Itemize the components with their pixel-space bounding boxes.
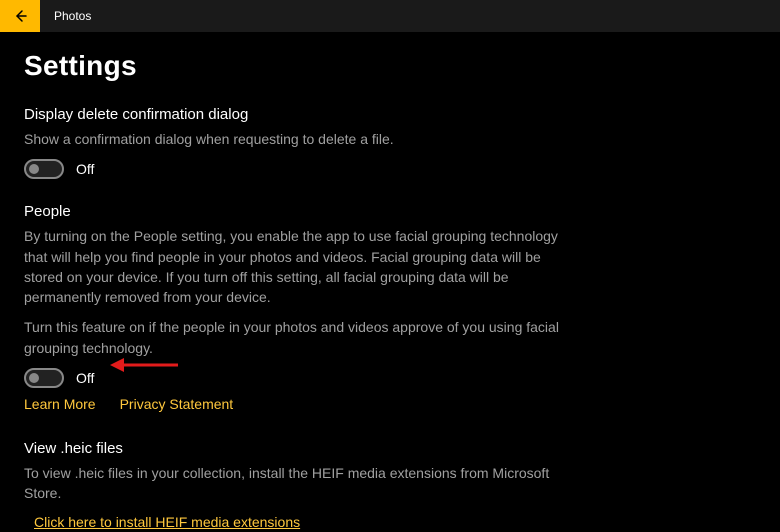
heic-desc: To view .heic files in your collection, … — [24, 463, 574, 504]
people-toggle-label: Off — [76, 370, 94, 386]
privacy-statement-link[interactable]: Privacy Statement — [120, 396, 234, 412]
toggle-knob-icon — [29, 373, 39, 383]
delete-confirm-title: Display delete confirmation dialog — [24, 106, 756, 123]
heic-title: View .heic files — [24, 440, 756, 457]
delete-confirm-desc: Show a confirmation dialog when requesti… — [24, 129, 574, 149]
back-arrow-icon — [12, 8, 28, 24]
back-button[interactable] — [0, 0, 40, 32]
titlebar: Photos — [0, 0, 780, 32]
app-title: Photos — [54, 9, 91, 23]
people-title: People — [24, 203, 756, 220]
people-desc2: Turn this feature on if the people in yo… — [24, 317, 574, 358]
people-desc1: By turning on the People setting, you en… — [24, 226, 574, 307]
delete-confirm-toggle-label: Off — [76, 161, 94, 177]
heic-install-link[interactable]: Click here to install HEIF media extensi… — [34, 514, 300, 530]
toggle-knob-icon — [29, 164, 39, 174]
section-delete-confirm: Display delete confirmation dialog Show … — [24, 106, 756, 179]
section-heic: View .heic files To view .heic files in … — [24, 440, 756, 532]
section-people: People By turning on the People setting,… — [24, 203, 756, 412]
learn-more-link[interactable]: Learn More — [24, 396, 96, 412]
page-title: Settings — [24, 50, 756, 82]
delete-confirm-toggle[interactable] — [24, 159, 64, 179]
content-area: Settings Display delete confirmation dia… — [0, 32, 780, 532]
people-toggle[interactable] — [24, 368, 64, 388]
